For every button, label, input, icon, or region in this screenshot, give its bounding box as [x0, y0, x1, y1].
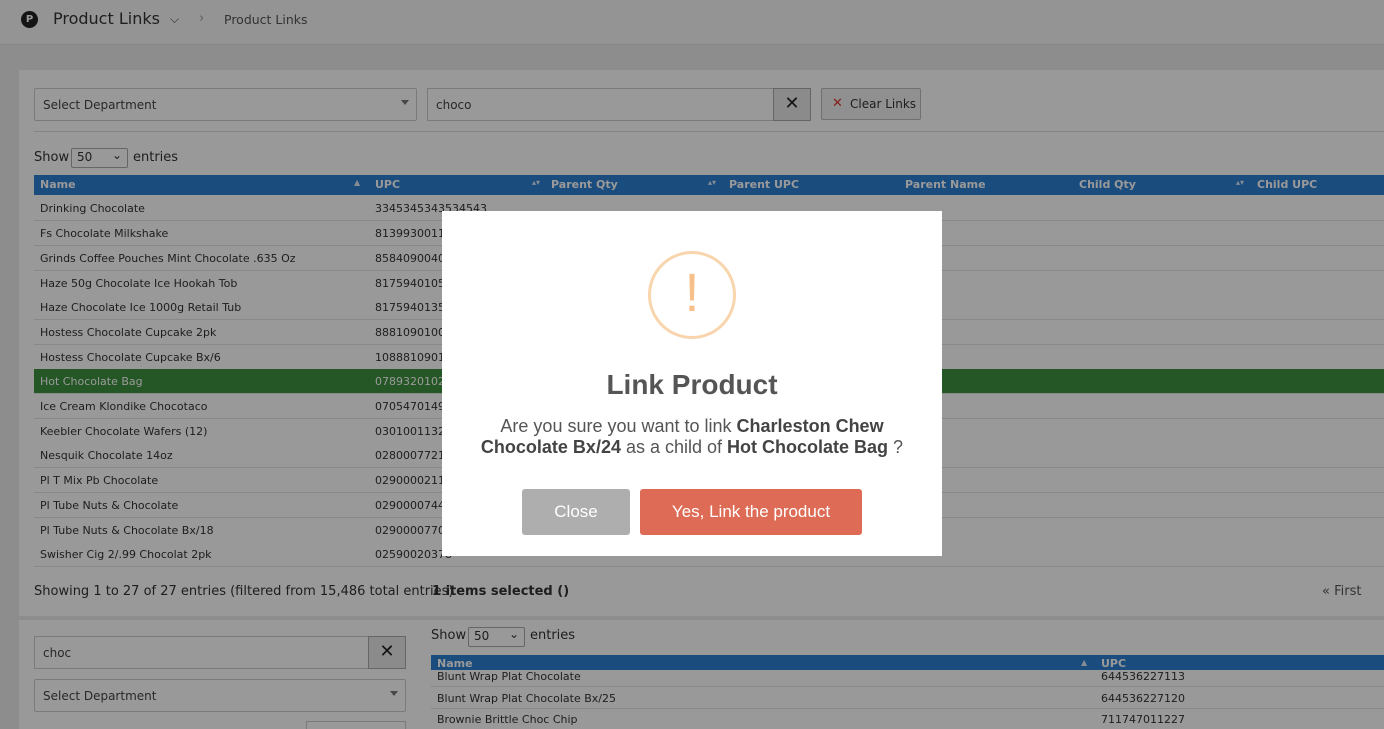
message-text-2: as a child of [620, 437, 728, 457]
dialog-title: Link Product [606, 369, 778, 400]
warning-icon: ! [648, 251, 736, 339]
parent-product-name: Hot Chocolate Bag [727, 437, 889, 457]
dialog-message: Are you sure you want to link Charleston… [472, 416, 912, 458]
link-product-dialog: ! Link Product Are you sure you want to … [442, 211, 942, 556]
message-text-1: Are you sure you want to link [500, 416, 737, 436]
close-button[interactable]: Close [522, 489, 630, 535]
message-text-3: ? [888, 437, 904, 457]
exclamation-glyph: ! [684, 263, 700, 323]
confirm-link-button[interactable]: Yes, Link the product [640, 489, 862, 535]
